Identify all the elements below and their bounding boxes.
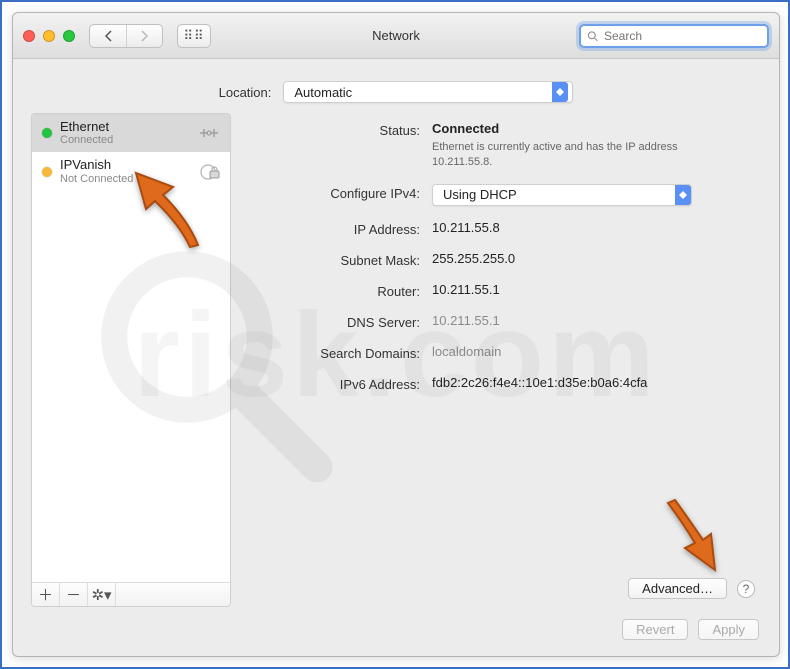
location-row: Location: Automatic — [13, 59, 779, 113]
plus-icon: ＋ — [38, 584, 53, 605]
service-text: Ethernet Connected — [60, 120, 113, 146]
service-name: IPVanish — [60, 158, 133, 172]
minimize-window-button[interactable] — [43, 30, 55, 42]
revert-button[interactable]: Revert — [622, 619, 688, 640]
search-input[interactable] — [602, 28, 761, 44]
service-status: Not Connected — [60, 173, 133, 185]
details-pane: Status: Connected Ethernet is currently … — [245, 113, 761, 607]
services-action-menu[interactable]: ✲▾ — [88, 583, 116, 606]
service-name: Ethernet — [60, 120, 113, 134]
configure-ipv4-value: Using DHCP — [443, 187, 517, 202]
chevron-left-icon — [104, 30, 113, 42]
gear-icon: ✲▾ — [91, 586, 111, 604]
configure-ipv4-select[interactable]: Using DHCP — [432, 184, 692, 206]
network-prefpane-window: ⠿⠿ Network Location: Automatic Et — [12, 12, 780, 657]
apply-button[interactable]: Apply — [698, 619, 759, 640]
services-list: Ethernet Connected IPVanish Not Connecte… — [32, 114, 230, 582]
close-window-button[interactable] — [23, 30, 35, 42]
ip-address-value: 10.211.55.8 — [432, 220, 755, 235]
services-footer: ＋ － ✲▾ — [32, 582, 230, 606]
location-value: Automatic — [294, 85, 352, 100]
status-dot-connected-icon — [42, 128, 52, 138]
service-text: IPVanish Not Connected — [60, 158, 133, 184]
services-sidebar: Ethernet Connected IPVanish Not Connecte… — [31, 113, 231, 607]
help-icon: ? — [743, 582, 750, 596]
configure-ipv4-label: Configure IPv4: — [245, 184, 420, 201]
content-area: Ethernet Connected IPVanish Not Connecte… — [13, 113, 779, 607]
search-domains-label: Search Domains: — [245, 344, 420, 361]
service-row-ipvanish[interactable]: IPVanish Not Connected — [32, 152, 230, 190]
router-value: 10.211.55.1 — [432, 282, 755, 297]
window-toolbar: ⠿⠿ Network — [13, 13, 779, 59]
select-stepper-icon — [552, 82, 568, 102]
router-label: Router: — [245, 282, 420, 299]
status-value: Connected — [432, 121, 755, 136]
chevron-right-icon — [140, 30, 149, 42]
nav-back-forward — [89, 24, 163, 48]
subnet-mask-label: Subnet Mask: — [245, 251, 420, 268]
service-row-ethernet[interactable]: Ethernet Connected — [32, 114, 230, 152]
window-footer: Revert Apply — [13, 607, 779, 656]
ip-address-label: IP Address: — [245, 220, 420, 237]
subnet-mask-value: 255.255.255.0 — [432, 251, 755, 266]
add-service-button[interactable]: ＋ — [32, 583, 60, 606]
window-title: Network — [372, 28, 420, 43]
grid-icon: ⠿⠿ — [183, 33, 204, 38]
nav-back-button[interactable] — [90, 25, 126, 47]
dns-server-value: 10.211.55.1 — [432, 313, 755, 328]
ethernet-icon — [198, 124, 220, 142]
ipv6-address-value: fdb2:2c26:f4e4::10e1:d35e:b0a6:4cfa — [432, 375, 755, 390]
zoom-window-button[interactable] — [63, 30, 75, 42]
search-icon — [587, 30, 598, 42]
vpn-lock-icon — [198, 163, 220, 181]
nav-forward-button[interactable] — [126, 25, 162, 47]
location-label: Location: — [219, 85, 272, 100]
details-grid: Status: Connected Ethernet is currently … — [245, 121, 755, 392]
advanced-button[interactable]: Advanced… — [628, 578, 727, 599]
status-label: Status: — [245, 121, 420, 138]
status-dot-notconnected-icon — [42, 167, 52, 177]
remove-service-button[interactable]: － — [60, 583, 88, 606]
search-field[interactable] — [579, 24, 769, 48]
location-select[interactable]: Automatic — [283, 81, 573, 103]
service-status: Connected — [60, 134, 113, 146]
dns-server-label: DNS Server: — [245, 313, 420, 330]
minus-icon: － — [66, 584, 81, 605]
search-domains-value: localdomain — [432, 344, 755, 359]
status-description: Ethernet is currently active and has the… — [432, 140, 712, 170]
status-block: Connected Ethernet is currently active a… — [432, 121, 755, 170]
traffic-lights — [23, 30, 75, 42]
advanced-row: Advanced… ? — [245, 568, 755, 599]
ipv6-address-label: IPv6 Address: — [245, 375, 420, 392]
help-button[interactable]: ? — [737, 580, 755, 598]
show-all-prefs-button[interactable]: ⠿⠿ — [177, 24, 211, 48]
select-stepper-icon — [675, 185, 691, 205]
